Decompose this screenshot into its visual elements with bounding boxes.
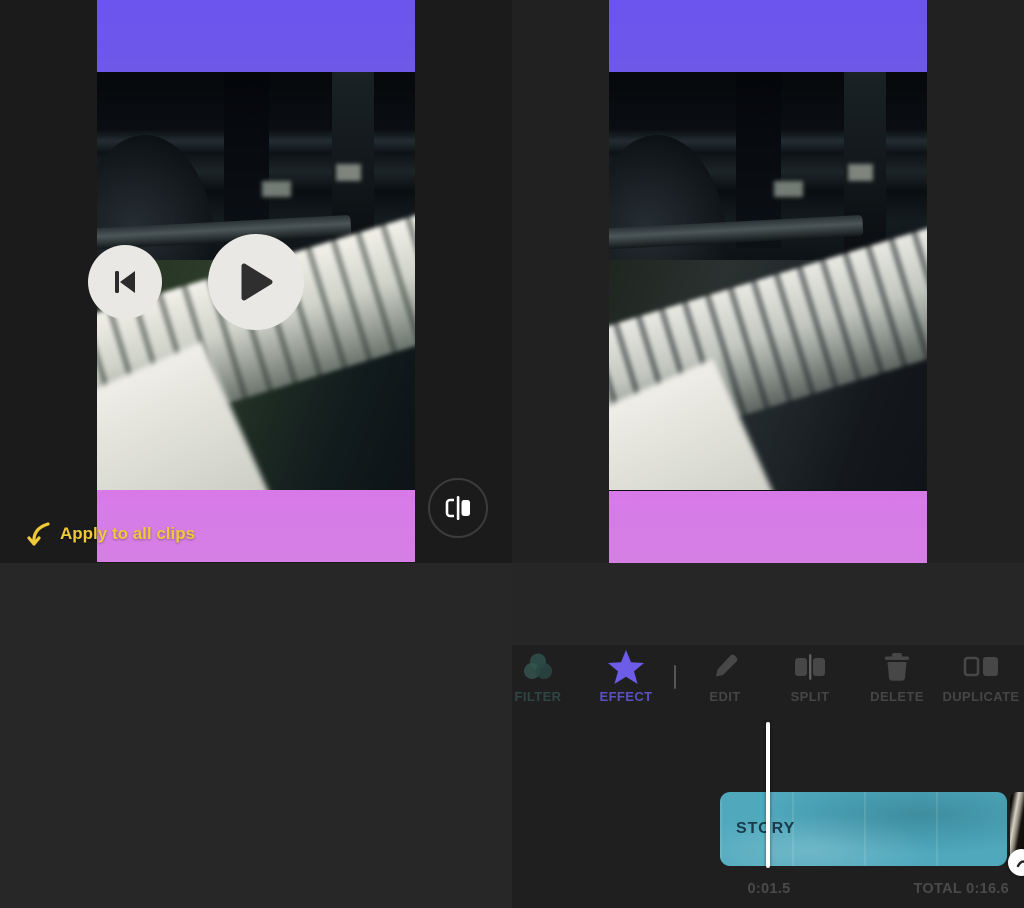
toolbar-label: EDIT: [709, 689, 741, 704]
top-color-bar: [609, 0, 927, 72]
apply-to-all-callout: Apply to all clips: [26, 518, 195, 550]
timeline-clip-story[interactable]: STORY: [720, 792, 1007, 866]
toolbar-label: DELETE: [870, 689, 924, 704]
toolbar-label: FILTER: [514, 689, 562, 704]
video-editor-comparison: Apply to all clips FILTER EFFECT EDIT SP…: [0, 0, 1024, 908]
preview-area-left: Apply to all clips: [0, 0, 512, 563]
total-time: TOTAL 0:16.6: [913, 881, 1009, 897]
toolbar-duplicate[interactable]: DUPLICATE: [938, 647, 1024, 721]
toolbar-label: EFFECT: [599, 689, 653, 704]
split-icon: [792, 649, 828, 685]
filter-panel: Filter Adjust 100 ORIGINAL: [0, 563, 512, 908]
curved-arrow-down-left-icon: [26, 518, 52, 550]
toolbar-delete[interactable]: DELETE: [854, 647, 940, 721]
filter-screen: Apply to all clips: [0, 0, 512, 908]
clip-toolbar: FILTER EFFECT EDIT SPLIT DELETE DUPLICAT…: [512, 645, 1024, 725]
playhead[interactable]: [766, 722, 770, 868]
toolbar-effect[interactable]: EFFECT: [583, 647, 669, 721]
skip-to-start-button[interactable]: [88, 245, 162, 319]
duplicate-icon: [962, 649, 1000, 685]
toolbar-filter[interactable]: FILTER: [512, 647, 581, 721]
current-time: 0:01.5: [747, 881, 791, 897]
toolbar-edit[interactable]: EDIT: [682, 647, 768, 721]
playback-bar: [512, 563, 1024, 645]
trash-icon: [882, 649, 912, 685]
play-button-overlay[interactable]: [208, 234, 304, 330]
compare-button[interactable]: [428, 478, 488, 538]
trim-handle-icon: [1016, 859, 1024, 867]
top-color-bar: [97, 0, 415, 72]
toolbar-divider: [674, 665, 676, 689]
video-preview[interactable]: [609, 0, 927, 563]
clip-trim-handle[interactable]: [1008, 849, 1024, 876]
video-still: [609, 72, 927, 490]
timeline-screen: FILTER EFFECT EDIT SPLIT DELETE DUPLICAT…: [512, 0, 1024, 908]
toolbar-label: SPLIT: [790, 689, 830, 704]
compare-icon: [442, 493, 474, 523]
toolbar-label: DUPLICATE: [942, 689, 1020, 704]
apply-to-all-label: Apply to all clips: [60, 524, 196, 543]
preview-area-right: [512, 0, 1024, 563]
toolbar-split[interactable]: SPLIT: [767, 647, 853, 721]
effect-star-icon: [607, 649, 645, 685]
bottom-color-bar: [609, 491, 927, 563]
skip-to-start-icon: [110, 267, 140, 297]
pencil-icon: [710, 649, 740, 685]
filter-icon: [520, 649, 556, 685]
play-icon: [237, 261, 275, 303]
